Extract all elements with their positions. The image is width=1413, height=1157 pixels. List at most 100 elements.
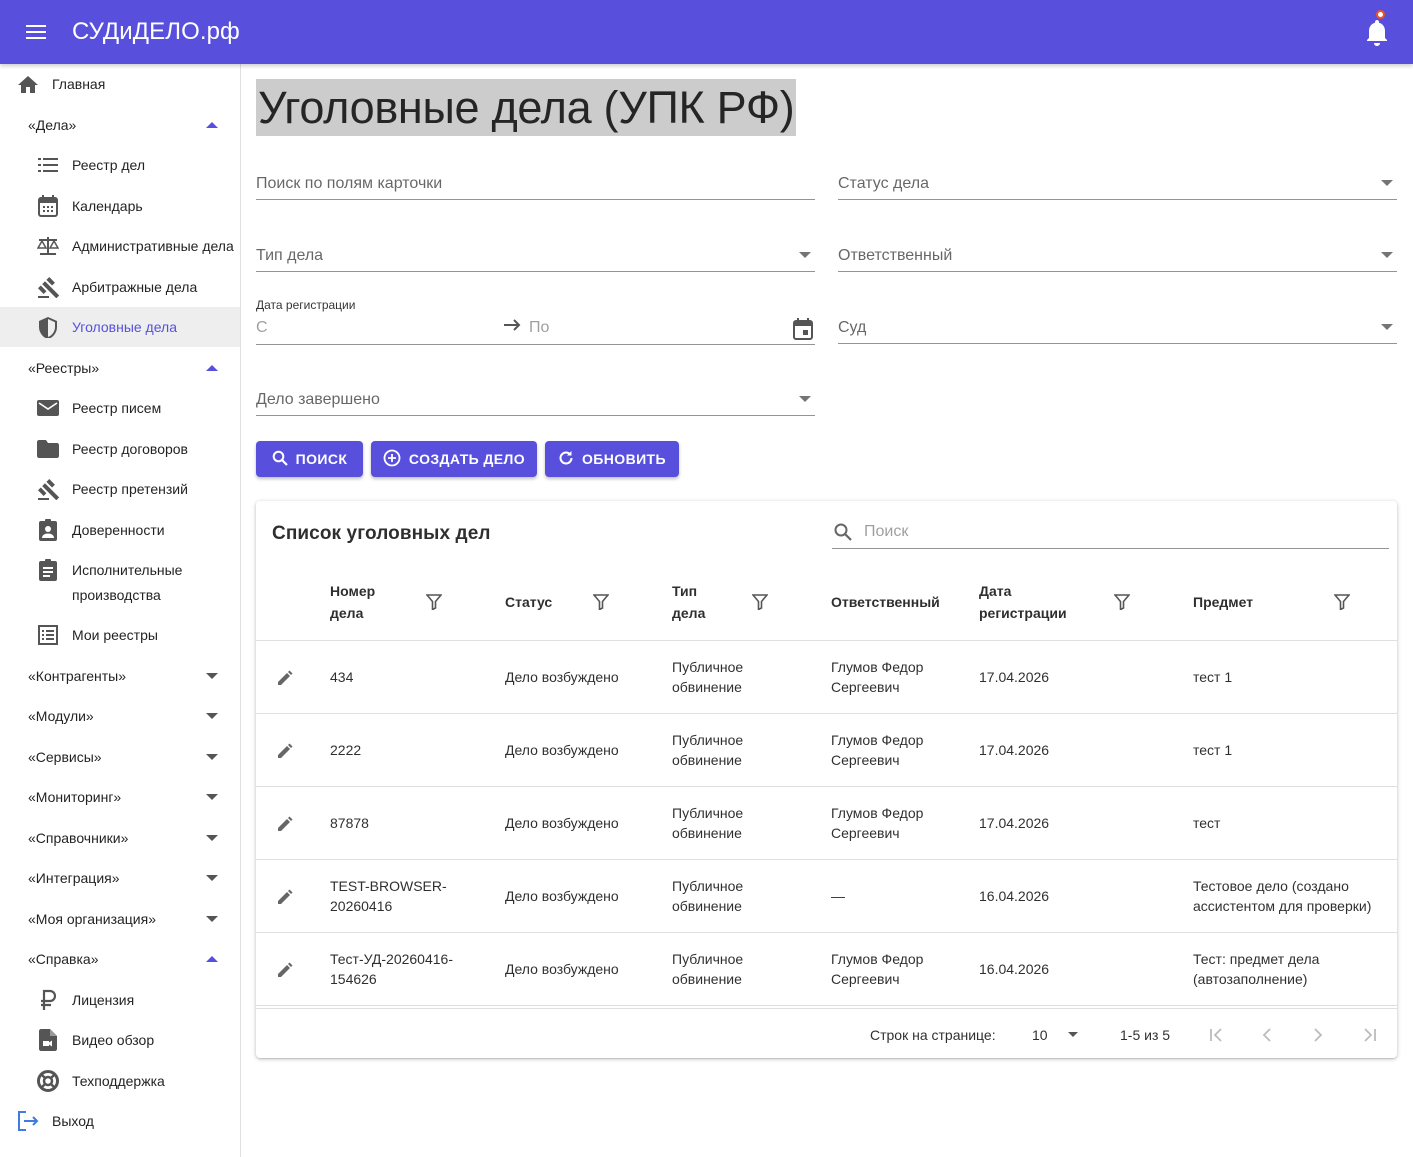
app-bar: СУДиДЕЛО.рф [0,0,1413,64]
table-pagination: Строк на странице: 10 1-5 из 5 [256,1008,1397,1058]
filter-icon[interactable] [425,594,443,611]
chevron-down-icon [204,749,220,765]
sidebar-item-label: Главная [52,76,106,92]
table-row[interactable]: TEST-BROWSER- 20260416 Дело возбуждено П… [256,860,1397,933]
lifebuoy-icon [36,1069,60,1093]
cell-subject: тест [1193,815,1221,831]
sidebar-item-claims[interactable]: Реестр претензий [0,469,240,509]
sidebar-group-label: «Моя организация» [28,911,156,927]
dropdown-arrow-icon [799,252,811,258]
sidebar-item-license[interactable]: Лицензия [0,980,240,1020]
responsible-select[interactable]: Ответственный [838,242,1397,272]
filter-icon[interactable] [1333,594,1351,611]
table-row[interactable]: Тест-УД-20260416- 154626 Дело возбуждено… [256,933,1397,1006]
sidebar-group-monitoring[interactable]: «Мониторинг» [0,777,240,817]
dropdown-arrow-icon [799,396,811,402]
sidebar-group-services[interactable]: «Сервисы» [0,737,240,777]
column-header-date[interactable]: Дата регистрации [979,580,1067,624]
sidebar-item-label: Арбитражные дела [72,279,198,295]
sidebar-item-admin-cases[interactable]: Административные дела [0,226,240,266]
sidebar-item-logout[interactable]: Выход [0,1101,240,1141]
sidebar-item-video[interactable]: Видео обзор [0,1020,240,1060]
filter-icon[interactable] [1113,594,1131,611]
column-header-type[interactable]: Тип дела [672,580,705,624]
cell-subject: (автозаполнение) [1193,971,1308,987]
search-input[interactable]: Поиск по полям карточки [256,170,815,200]
dropdown-arrow-icon[interactable] [1068,1032,1078,1037]
cell-responsible: Глумов Федор [831,659,924,675]
sidebar-item-arbitration[interactable]: Арбитражные дела [0,267,240,307]
column-header-status[interactable]: Статус [505,591,552,613]
edit-icon[interactable] [276,815,294,833]
refresh-button[interactable]: Обновить [545,441,679,477]
cell-number: 2222 [330,742,362,758]
cell-responsible: — [831,888,845,904]
app-brand[interactable]: СУДиДЕЛО.рф [72,18,240,46]
cell-status: Дело возбуждено [505,669,619,685]
sidebar-item-case-registry[interactable]: Реестр дел [0,145,240,185]
column-header-responsible[interactable]: Ответственный [831,591,940,613]
sidebar-item-my-registries[interactable]: Мои реестры [0,615,240,655]
sidebar-item-criminal-cases[interactable]: Уголовные дела [0,307,240,347]
sidebar-group-help[interactable]: «Справка» [0,939,240,979]
header-text: Дата [979,583,1012,599]
table-search-input[interactable]: Поиск [832,517,1389,549]
sidebar-group-my-organization[interactable]: «Моя организация» [0,899,240,939]
create-case-button[interactable]: Создать дело [371,441,537,477]
table-row[interactable]: 87878 Дело возбуждено Публичное обвинени… [256,787,1397,860]
sidebar-group-registries[interactable]: «Реестры» [0,348,240,388]
sidebar-item-home[interactable]: Главная [0,64,240,104]
date-from-input[interactable]: С [256,319,268,337]
sidebar-item-calendar[interactable]: Календарь [0,186,240,226]
date-range-picker[interactable]: С По [256,314,815,345]
list-icon [36,153,60,177]
sidebar-item-support[interactable]: Техподдержка [0,1061,240,1101]
edit-icon[interactable] [276,669,294,687]
sidebar-item-letters[interactable]: Реестр писем [0,388,240,428]
table-row[interactable]: 2222 Дело возбуждено Публичное обвинение… [256,714,1397,787]
court-select[interactable]: Суд [838,314,1397,344]
cell-number: 434 [330,669,354,685]
sidebar-group-contractors[interactable]: «Контрагенты» [0,656,240,696]
edit-icon[interactable] [276,961,294,979]
completed-select[interactable]: Дело завершено [256,386,815,416]
column-header-number[interactable]: Номер дела [330,580,375,624]
cell-type: Публичное [672,878,744,894]
header-text: Тип [672,583,698,599]
sidebar-group-integration[interactable]: «Интеграция» [0,858,240,898]
previous-page-icon[interactable] [1258,1026,1276,1044]
menu-icon[interactable] [20,20,52,44]
date-to-input[interactable]: По [529,319,549,337]
cell-status: Дело возбуждено [505,742,619,758]
create-case-button-label: Создать дело [408,451,526,467]
case-type-select[interactable]: Тип дела [256,242,815,272]
search-button[interactable]: Поиск [256,441,363,477]
sidebar-item-enforcement[interactable]: Исполнительные производства [0,550,240,610]
sidebar-item-label: Реестр претензий [72,481,188,497]
table-row[interactable]: 434 Дело возбуждено Публичное обвинение … [256,641,1397,714]
last-page-icon[interactable] [1361,1026,1379,1044]
first-page-icon[interactable] [1207,1026,1225,1044]
status-placeholder: Статус дела [838,175,929,192]
edit-icon[interactable] [276,888,294,906]
sidebar-item-contracts[interactable]: Реестр договоров [0,429,240,469]
edit-icon[interactable] [276,742,294,760]
sidebar-group-cases[interactable]: «Дела» [0,105,240,145]
notifications-bell-icon[interactable] [1364,16,1390,48]
sidebar-item-power-of-attorney[interactable]: Доверенности [0,510,240,550]
next-page-icon[interactable] [1309,1026,1327,1044]
sidebar-item-label: Уголовные дела [72,319,178,335]
filter-icon[interactable] [751,594,769,611]
sidebar-group-modules[interactable]: «Модули» [0,696,240,736]
cell-number: TEST-BROWSER- [330,878,447,894]
cases-table-card: Список уголовных дел Поиск Номер дела Ст… [256,501,1397,1058]
rows-per-page-select[interactable]: 10 [1032,1027,1048,1043]
cell-status: Дело возбуждено [505,815,619,831]
filter-icon[interactable] [592,594,610,611]
column-header-subject[interactable]: Предмет [1193,591,1253,613]
status-select[interactable]: Статус дела [838,170,1397,200]
sidebar-group-directories[interactable]: «Справочники» [0,818,240,858]
dropdown-arrow-icon [1381,252,1393,258]
calendar-icon[interactable] [793,318,813,345]
cell-responsible: Глумов Федор [831,951,924,967]
